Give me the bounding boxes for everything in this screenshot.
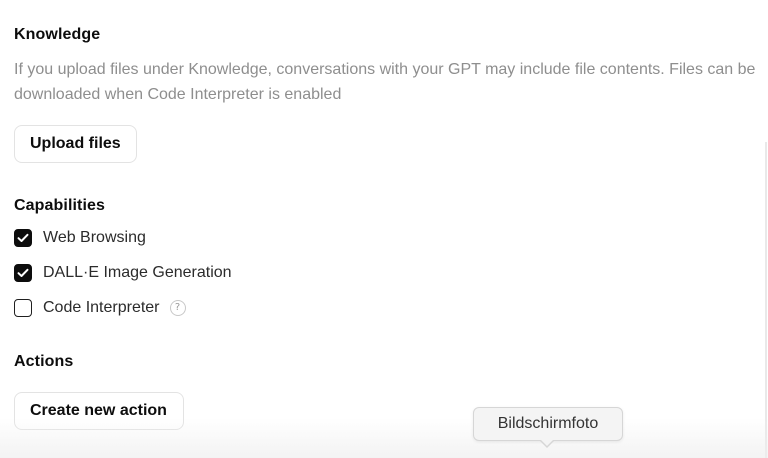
checkmark-icon xyxy=(17,233,29,242)
dalle-checkbox[interactable] xyxy=(14,264,32,282)
tooltip-arrow-fill xyxy=(540,439,554,446)
upload-files-button[interactable]: Upload files xyxy=(14,125,137,163)
capability-code-interpreter[interactable]: Code Interpreter ? xyxy=(14,297,186,319)
bottom-fade-overlay xyxy=(0,418,768,458)
gpt-configure-panel: Knowledge If you upload files under Know… xyxy=(0,0,768,458)
scrollbar-track[interactable] xyxy=(765,142,767,458)
dalle-label: DALL·E Image Generation xyxy=(43,264,232,281)
code-interpreter-label: Code Interpreter xyxy=(43,299,160,316)
capability-web-browsing[interactable]: Web Browsing xyxy=(14,227,146,249)
actions-heading: Actions xyxy=(14,353,74,370)
capabilities-heading: Capabilities xyxy=(14,197,106,214)
web-browsing-checkbox[interactable] xyxy=(14,229,32,247)
knowledge-heading: Knowledge xyxy=(14,26,101,43)
checkmark-icon xyxy=(17,268,29,277)
code-interpreter-checkbox[interactable] xyxy=(14,299,32,317)
knowledge-description: If you upload files under Knowledge, con… xyxy=(14,61,756,103)
screenshot-tooltip: Bildschirmfoto xyxy=(473,407,623,441)
question-mark-circle-icon[interactable]: ? xyxy=(169,300,186,316)
capability-dalle-image-generation[interactable]: DALL·E Image Generation xyxy=(14,262,232,284)
web-browsing-label: Web Browsing xyxy=(43,229,146,246)
